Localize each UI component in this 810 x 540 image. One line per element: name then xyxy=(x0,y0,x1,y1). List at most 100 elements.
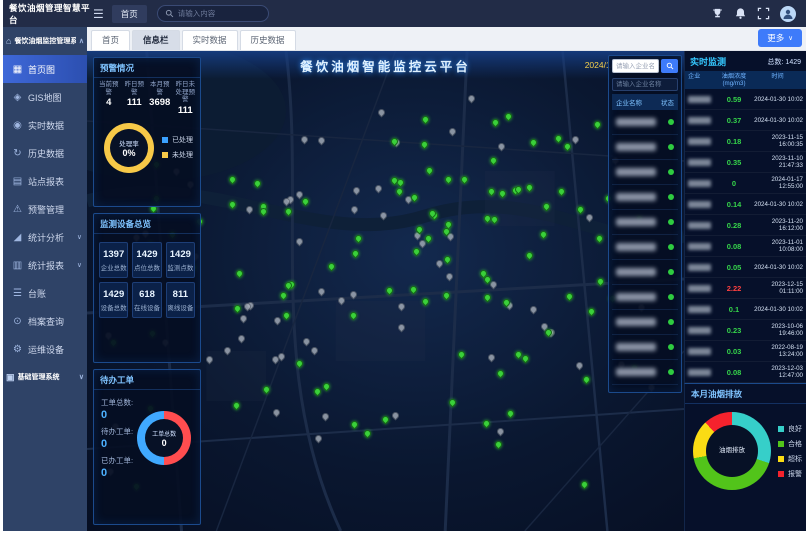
company-row[interactable] xyxy=(612,135,678,160)
company-row[interactable] xyxy=(612,210,678,235)
map-marker-online[interactable] xyxy=(252,178,262,188)
map-marker-online[interactable] xyxy=(233,304,243,314)
company-row[interactable] xyxy=(612,185,678,210)
map-marker-offline[interactable] xyxy=(320,412,330,422)
map-marker-offline[interactable] xyxy=(302,337,312,347)
map-marker-online[interactable] xyxy=(594,234,604,244)
company-search-input[interactable] xyxy=(612,59,659,73)
menu-toggle-icon[interactable]: ☰ xyxy=(93,7,104,21)
map-marker-online[interactable] xyxy=(348,311,358,321)
tab-1[interactable]: 首页 xyxy=(91,30,130,50)
map-marker-online[interactable] xyxy=(483,293,493,303)
realtime-row[interactable]: 0.082023-11-01 10:08:00 xyxy=(685,236,806,257)
map-marker-offline[interactable] xyxy=(316,286,326,296)
realtime-row[interactable]: 0.12024-01-30 10:02 xyxy=(685,299,806,320)
map-marker-online[interactable] xyxy=(350,419,360,429)
map-marker-offline[interactable] xyxy=(348,289,358,299)
map-marker-online[interactable] xyxy=(385,286,395,296)
map-marker-offline[interactable] xyxy=(273,316,283,326)
realtime-row[interactable]: 0.142024-01-30 10:02 xyxy=(685,194,806,215)
sidebar-item-10[interactable]: ⊙档案查询 xyxy=(3,307,87,335)
map-marker-online[interactable] xyxy=(394,186,404,196)
map-marker-offline[interactable] xyxy=(487,352,497,362)
map-marker-online[interactable] xyxy=(541,202,551,212)
map-marker-online[interactable] xyxy=(322,382,332,392)
map-marker-online[interactable] xyxy=(562,141,572,151)
user-avatar[interactable] xyxy=(780,6,796,22)
map-marker-online[interactable] xyxy=(235,269,245,279)
map-marker-offline[interactable] xyxy=(434,258,444,268)
map-marker-offline[interactable] xyxy=(317,135,327,145)
map-marker-offline[interactable] xyxy=(396,323,406,333)
map-marker-online[interactable] xyxy=(447,397,457,407)
map-marker-online[interactable] xyxy=(525,251,535,261)
map-marker-offline[interactable] xyxy=(205,355,215,365)
map-marker-online[interactable] xyxy=(482,213,492,223)
map-marker-offline[interactable] xyxy=(397,301,407,311)
tab-3[interactable]: 实时数据 xyxy=(182,30,238,50)
realtime-row[interactable]: 0.592024-01-30 10:02 xyxy=(685,89,806,110)
company-row[interactable] xyxy=(612,285,678,310)
company-row[interactable] xyxy=(612,160,678,185)
map-marker-online[interactable] xyxy=(258,207,268,217)
map-marker-online[interactable] xyxy=(524,182,534,192)
map-marker-offline[interactable] xyxy=(447,127,457,137)
map-marker-online[interactable] xyxy=(327,261,337,271)
map-marker-online[interactable] xyxy=(421,296,431,306)
map-marker-online[interactable] xyxy=(424,166,434,176)
tab-2[interactable]: 信息栏 xyxy=(132,30,180,50)
company-row[interactable] xyxy=(612,235,678,260)
map-marker-offline[interactable] xyxy=(496,141,506,151)
map-marker-online[interactable] xyxy=(487,187,497,197)
map-marker-online[interactable] xyxy=(488,155,498,165)
sidebar-section-base[interactable]: ▣ 基础管理系统 ∨ xyxy=(3,363,87,391)
map-marker-online[interactable] xyxy=(456,350,466,360)
map-marker-offline[interactable] xyxy=(309,345,319,355)
breadcrumb-tab[interactable]: 首页 xyxy=(112,5,147,23)
map-marker-online[interactable] xyxy=(351,249,361,259)
map-marker-offline[interactable] xyxy=(299,135,309,145)
company-row[interactable] xyxy=(612,360,678,385)
company-row[interactable] xyxy=(612,335,678,360)
trophy-icon[interactable] xyxy=(711,7,724,20)
map-marker-offline[interactable] xyxy=(574,361,584,371)
map-marker-offline[interactable] xyxy=(390,410,400,420)
sidebar-item-9[interactable]: ☰台账 xyxy=(3,279,87,307)
map-marker-online[interactable] xyxy=(442,254,452,264)
map-marker-online[interactable] xyxy=(231,401,241,411)
map-marker-online[interactable] xyxy=(565,292,575,302)
map-marker-offline[interactable] xyxy=(336,295,346,305)
map-marker-online[interactable] xyxy=(498,188,508,198)
map-marker-offline[interactable] xyxy=(349,205,359,215)
map-marker-online[interactable] xyxy=(557,186,567,196)
fullscreen-icon[interactable] xyxy=(757,7,770,20)
sidebar-section-monitor[interactable]: ⌂ 餐饮油烟监控管理系统 ∧ xyxy=(3,27,87,55)
realtime-row[interactable]: 0.232023-10-06 19:46:00 xyxy=(685,320,806,341)
map-marker-online[interactable] xyxy=(409,285,419,295)
map-marker-offline[interactable] xyxy=(467,93,477,103)
more-button[interactable]: 更多 ∨ xyxy=(758,29,802,47)
sidebar-item-7[interactable]: ◢统计分析∨ xyxy=(3,223,87,251)
company-filter-input[interactable] xyxy=(612,78,678,91)
map-marker-offline[interactable] xyxy=(495,427,505,437)
realtime-row[interactable]: 0.372024-01-30 10:02 xyxy=(685,110,806,131)
map-marker-offline[interactable] xyxy=(352,185,362,195)
map-marker-offline[interactable] xyxy=(244,205,254,215)
sidebar-item-2[interactable]: ◈GIS地图 xyxy=(3,83,87,111)
map-marker-online[interactable] xyxy=(496,368,506,378)
global-search-input[interactable] xyxy=(178,9,261,18)
map-marker-offline[interactable] xyxy=(295,237,305,247)
map-marker-online[interactable] xyxy=(593,119,603,129)
map-marker-online[interactable] xyxy=(283,206,293,216)
map-marker-online[interactable] xyxy=(301,197,311,207)
map-marker-offline[interactable] xyxy=(313,434,323,444)
map-marker-online[interactable] xyxy=(460,174,470,184)
map-marker-online[interactable] xyxy=(228,200,238,210)
map-marker-online[interactable] xyxy=(503,112,513,122)
bell-icon[interactable] xyxy=(734,7,747,20)
map-marker-online[interactable] xyxy=(554,133,564,143)
sidebar-item-11[interactable]: ⚙运维设备 xyxy=(3,335,87,363)
realtime-row[interactable]: 0.352023-11-10 21:47:33 xyxy=(685,152,806,173)
map-marker-offline[interactable] xyxy=(376,107,386,117)
map-marker-online[interactable] xyxy=(494,439,504,449)
